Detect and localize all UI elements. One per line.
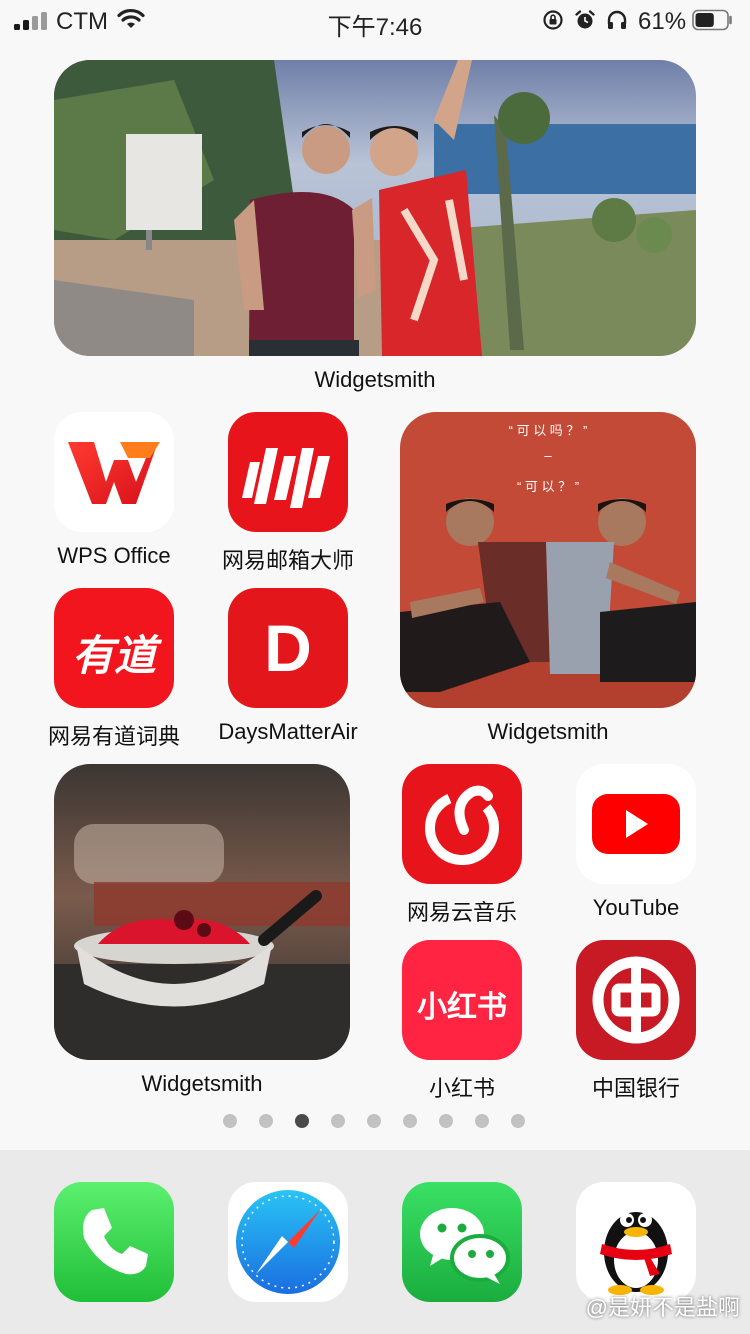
xiaohongshu-icon: 小红书 bbox=[402, 940, 522, 1060]
youdao-dict-icon: 有道 bbox=[54, 588, 174, 708]
watermark: @是妍不是盐啊 bbox=[585, 1295, 740, 1320]
app-label: WPS Office bbox=[57, 543, 171, 568]
photo-shaved-ice-bowl bbox=[54, 764, 350, 1060]
headphones-icon bbox=[607, 10, 627, 29]
page-dot bbox=[439, 1114, 453, 1128]
youtube-icon bbox=[592, 794, 680, 854]
page-dot bbox=[475, 1114, 489, 1128]
photo-two-men-seaside bbox=[54, 60, 696, 356]
photo-caption-dash: – bbox=[544, 448, 552, 463]
photo-caption: “ 可 以 吗 ？ ” bbox=[508, 423, 588, 438]
youtube-app[interactable] bbox=[576, 764, 696, 884]
safari-icon bbox=[236, 1190, 340, 1294]
daysmatter-app[interactable]: D bbox=[228, 588, 348, 708]
daysmatter-logo-text: D bbox=[264, 611, 312, 685]
wechat-app[interactable] bbox=[402, 1182, 522, 1302]
alarm-icon bbox=[575, 10, 595, 29]
page-dot bbox=[331, 1114, 345, 1128]
photo-widget-top[interactable] bbox=[54, 60, 696, 356]
phone-app[interactable] bbox=[54, 1182, 174, 1302]
widget-label: Widgetsmith bbox=[487, 719, 609, 744]
photo-caption: “ 可 以 ？ ” bbox=[516, 479, 580, 494]
qq-icon bbox=[600, 1212, 672, 1295]
battery-percentage: 61% bbox=[638, 8, 687, 35]
battery-icon bbox=[692, 9, 732, 31]
wps-office-app[interactable] bbox=[54, 412, 174, 532]
bank-of-china-icon bbox=[592, 956, 680, 1044]
youdao-logo-text: 有道 bbox=[71, 632, 156, 679]
netease-music-icon bbox=[425, 785, 499, 865]
widget-label: Widgetsmith bbox=[141, 1071, 263, 1096]
wps-office-icon bbox=[68, 442, 160, 504]
page-dot bbox=[295, 1114, 309, 1128]
widget-label: Widgetsmith bbox=[314, 367, 436, 392]
bank-of-china-app[interactable] bbox=[576, 940, 696, 1060]
page-dot bbox=[223, 1114, 237, 1128]
status-bar: CTM 下午7:46 61% bbox=[0, 0, 750, 41]
netease-mail-icon bbox=[242, 448, 330, 508]
photo-widget-middle[interactable]: “ 可 以 吗 ？ ” – “ 可 以 ？ ” bbox=[400, 412, 696, 708]
qq-app[interactable] bbox=[576, 1182, 696, 1302]
app-label: 网易云音乐 bbox=[406, 900, 517, 925]
app-label: 网易有道词典 bbox=[47, 724, 180, 749]
netease-music-app[interactable] bbox=[402, 764, 522, 884]
phone-icon bbox=[83, 1208, 148, 1275]
youdao-dict-app[interactable]: 有道 bbox=[54, 588, 174, 708]
page-dot bbox=[367, 1114, 381, 1128]
page-dot bbox=[403, 1114, 417, 1128]
wechat-icon bbox=[420, 1208, 510, 1284]
rotation-lock-icon bbox=[543, 10, 563, 30]
daysmatter-icon: D bbox=[228, 588, 348, 708]
app-label: 网易邮箱大师 bbox=[221, 548, 354, 573]
safari-app[interactable] bbox=[228, 1182, 348, 1302]
page-dot bbox=[511, 1114, 525, 1128]
xiaohongshu-app[interactable]: 小红书 bbox=[402, 940, 522, 1060]
page-dot bbox=[259, 1114, 273, 1128]
netease-mail-app[interactable] bbox=[228, 412, 348, 532]
app-label: 中国银行 bbox=[591, 1076, 680, 1101]
dock: @是妍不是盐啊 bbox=[0, 1150, 750, 1334]
app-label: DaysMatterAir bbox=[218, 719, 358, 744]
xiaohongshu-logo-text: 小红书 bbox=[417, 991, 507, 1024]
app-label: YouTube bbox=[592, 895, 680, 920]
app-label: 小红书 bbox=[428, 1076, 495, 1101]
photo-widget-bottom[interactable] bbox=[54, 764, 350, 1060]
